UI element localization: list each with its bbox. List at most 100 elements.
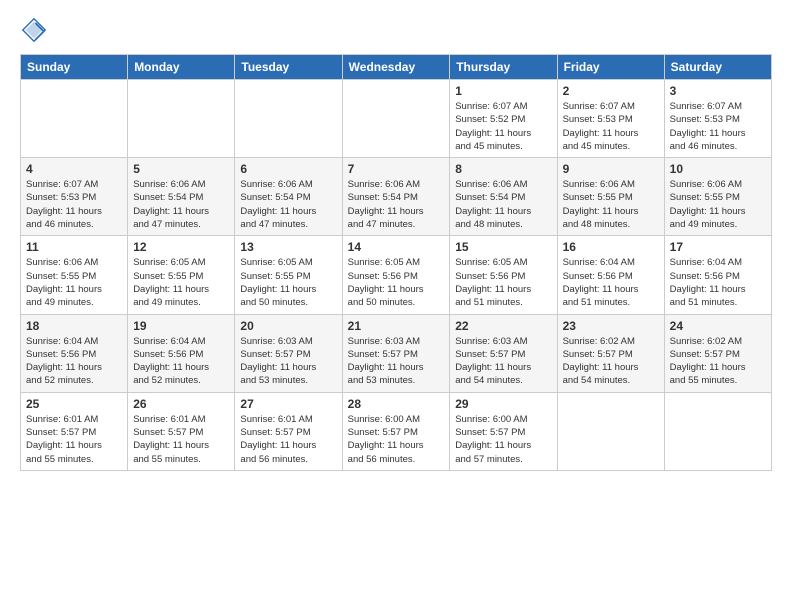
day-number: 7 [348, 162, 445, 176]
calendar-cell-week5-day3: 27Sunrise: 6:01 AMSunset: 5:57 PMDayligh… [235, 392, 342, 470]
day-number: 9 [563, 162, 659, 176]
day-info: Sunrise: 6:03 AMSunset: 5:57 PMDaylight:… [240, 335, 336, 388]
calendar-cell-week4-day7: 24 Sunrise: 6:02 AMSunset: 5:57 PMDayligh… [664, 314, 771, 392]
calendar-cell-week1-day7: 3 Sunrise: 6:07 AMSunset: 5:53 PMDaylight… [664, 80, 771, 158]
day-number: 13 [240, 240, 336, 254]
day-number: 10 [670, 162, 766, 176]
calendar-cell-week2-day7: 10 Sunrise: 6:06 AMSunset: 5:55 PMDayligh… [664, 158, 771, 236]
header [20, 16, 772, 44]
day-info: Sunrise: 6:01 AMSunset: 5:57 PMDaylight:… [240, 413, 336, 466]
day-info: Sunrise: 6:06 AMSunset: 5:55 PMDaylight:… [563, 178, 659, 231]
calendar-header-sunday: Sunday [21, 55, 128, 80]
day-number: 2 [563, 84, 659, 98]
day-number: 28 [348, 397, 445, 411]
calendar-cell-week3-day5: 15 Sunrise: 6:05 AMSunset: 5:56 PMDayligh… [450, 236, 557, 314]
day-number: 12 [133, 240, 229, 254]
day-number: 22 [455, 319, 551, 333]
calendar-cell-week4-day4: 21 Sunrise: 6:03 AMSunset: 5:57 PMDayligh… [342, 314, 450, 392]
calendar-cell-week5-day6 [557, 392, 664, 470]
calendar-cell-week5-day2: 26 Sunrise: 6:01 AMSunset: 5:57 PMDayligh… [128, 392, 235, 470]
day-info: Sunrise: 6:07 AMSunset: 5:53 PMDaylight:… [670, 100, 766, 153]
day-number: 11 [26, 240, 122, 254]
calendar-cell-week4-day2: 19 Sunrise: 6:04 AMSunset: 5:56 PMDayligh… [128, 314, 235, 392]
day-number: 23 [563, 319, 659, 333]
logo [20, 16, 52, 44]
calendar-week-row-1: 1Sunrise: 6:07 AMSunset: 5:52 PMDaylight… [21, 80, 772, 158]
calendar-week-row-5: 25 Sunrise: 6:01 AMSunset: 5:57 PMDayligh… [21, 392, 772, 470]
day-info: Sunrise: 6:06 AMSunset: 5:54 PMDaylight:… [133, 178, 229, 231]
calendar-cell-week1-day6: 2 Sunrise: 6:07 AMSunset: 5:53 PMDaylight… [557, 80, 664, 158]
calendar-cell-week4-day1: 18 Sunrise: 6:04 AMSunset: 5:56 PMDayligh… [21, 314, 128, 392]
day-info: Sunrise: 6:07 AMSunset: 5:53 PMDaylight:… [563, 100, 659, 153]
calendar-cell-week1-day2 [128, 80, 235, 158]
day-info: Sunrise: 6:05 AMSunset: 5:56 PMDaylight:… [455, 256, 551, 309]
day-info: Sunrise: 6:04 AMSunset: 5:56 PMDaylight:… [26, 335, 122, 388]
calendar-week-row-2: 4Sunrise: 6:07 AMSunset: 5:53 PMDaylight… [21, 158, 772, 236]
calendar-cell-week5-day5: 29 Sunrise: 6:00 AMSunset: 5:57 PMDayligh… [450, 392, 557, 470]
day-info: Sunrise: 6:00 AMSunset: 5:57 PMDaylight:… [455, 413, 551, 466]
day-number: 24 [670, 319, 766, 333]
day-info: Sunrise: 6:02 AMSunset: 5:57 PMDaylight:… [670, 335, 766, 388]
day-number: 20 [240, 319, 336, 333]
day-info: Sunrise: 6:05 AMSunset: 5:55 PMDaylight:… [240, 256, 336, 309]
day-number: 19 [133, 319, 229, 333]
day-info: Sunrise: 6:04 AMSunset: 5:56 PMDaylight:… [133, 335, 229, 388]
day-number: 21 [348, 319, 445, 333]
calendar-cell-week2-day5: 8 Sunrise: 6:06 AMSunset: 5:54 PMDaylight… [450, 158, 557, 236]
calendar-cell-week3-day1: 11 Sunrise: 6:06 AMSunset: 5:55 PMDayligh… [21, 236, 128, 314]
calendar-cell-week3-day6: 16 Sunrise: 6:04 AMSunset: 5:56 PMDayligh… [557, 236, 664, 314]
calendar-week-row-4: 18 Sunrise: 6:04 AMSunset: 5:56 PMDayligh… [21, 314, 772, 392]
calendar-cell-week1-day3 [235, 80, 342, 158]
calendar-header-friday: Friday [557, 55, 664, 80]
day-number: 18 [26, 319, 122, 333]
day-number: 25 [26, 397, 122, 411]
day-number: 29 [455, 397, 551, 411]
calendar-header-saturday: Saturday [664, 55, 771, 80]
day-info: Sunrise: 6:02 AMSunset: 5:57 PMDaylight:… [563, 335, 659, 388]
calendar-cell-week1-day5: 1Sunrise: 6:07 AMSunset: 5:52 PMDaylight… [450, 80, 557, 158]
day-number: 6 [240, 162, 336, 176]
calendar-cell-week1-day1 [21, 80, 128, 158]
day-number: 15 [455, 240, 551, 254]
day-info: Sunrise: 6:01 AMSunset: 5:57 PMDaylight:… [133, 413, 229, 466]
logo-icon [20, 16, 48, 44]
calendar-cell-week4-day3: 20 Sunrise: 6:03 AMSunset: 5:57 PMDayligh… [235, 314, 342, 392]
calendar-cell-week5-day7 [664, 392, 771, 470]
calendar-cell-week2-day3: 6Sunrise: 6:06 AMSunset: 5:54 PMDaylight… [235, 158, 342, 236]
day-info: Sunrise: 6:05 AMSunset: 5:55 PMDaylight:… [133, 256, 229, 309]
calendar-cell-week5-day1: 25 Sunrise: 6:01 AMSunset: 5:57 PMDayligh… [21, 392, 128, 470]
day-number: 16 [563, 240, 659, 254]
calendar-cell-week3-day3: 13 Sunrise: 6:05 AMSunset: 5:55 PMDayligh… [235, 236, 342, 314]
day-info: Sunrise: 6:06 AMSunset: 5:54 PMDaylight:… [455, 178, 551, 231]
day-number: 17 [670, 240, 766, 254]
calendar-cell-week4-day6: 23 Sunrise: 6:02 AMSunset: 5:57 PMDayligh… [557, 314, 664, 392]
day-info: Sunrise: 6:03 AMSunset: 5:57 PMDaylight:… [348, 335, 445, 388]
day-info: Sunrise: 6:01 AMSunset: 5:57 PMDaylight:… [26, 413, 122, 466]
day-info: Sunrise: 6:03 AMSunset: 5:57 PMDaylight:… [455, 335, 551, 388]
calendar-cell-week3-day2: 12 Sunrise: 6:05 AMSunset: 5:55 PMDayligh… [128, 236, 235, 314]
calendar-header-row: SundayMondayTuesdayWednesdayThursdayFrid… [21, 55, 772, 80]
day-info: Sunrise: 6:06 AMSunset: 5:55 PMDaylight:… [670, 178, 766, 231]
calendar-header-wednesday: Wednesday [342, 55, 450, 80]
calendar-cell-week2-day4: 7Sunrise: 6:06 AMSunset: 5:54 PMDaylight… [342, 158, 450, 236]
day-info: Sunrise: 6:07 AMSunset: 5:52 PMDaylight:… [455, 100, 551, 153]
calendar-header-thursday: Thursday [450, 55, 557, 80]
calendar-cell-week1-day4 [342, 80, 450, 158]
day-number: 26 [133, 397, 229, 411]
calendar-header-tuesday: Tuesday [235, 55, 342, 80]
day-number: 8 [455, 162, 551, 176]
day-info: Sunrise: 6:04 AMSunset: 5:56 PMDaylight:… [563, 256, 659, 309]
day-number: 3 [670, 84, 766, 98]
day-info: Sunrise: 6:07 AMSunset: 5:53 PMDaylight:… [26, 178, 122, 231]
calendar-cell-week2-day6: 9 Sunrise: 6:06 AMSunset: 5:55 PMDaylight… [557, 158, 664, 236]
calendar-cell-week2-day2: 5 Sunrise: 6:06 AMSunset: 5:54 PMDaylight… [128, 158, 235, 236]
day-number: 14 [348, 240, 445, 254]
calendar-cell-week2-day1: 4Sunrise: 6:07 AMSunset: 5:53 PMDaylight… [21, 158, 128, 236]
day-number: 5 [133, 162, 229, 176]
calendar-cell-week5-day4: 28Sunrise: 6:00 AMSunset: 5:57 PMDayligh… [342, 392, 450, 470]
calendar-cell-week3-day4: 14Sunrise: 6:05 AMSunset: 5:56 PMDayligh… [342, 236, 450, 314]
day-info: Sunrise: 6:06 AMSunset: 5:55 PMDaylight:… [26, 256, 122, 309]
calendar-table: SundayMondayTuesdayWednesdayThursdayFrid… [20, 54, 772, 471]
day-info: Sunrise: 6:04 AMSunset: 5:56 PMDaylight:… [670, 256, 766, 309]
calendar-cell-week3-day7: 17 Sunrise: 6:04 AMSunset: 5:56 PMDayligh… [664, 236, 771, 314]
